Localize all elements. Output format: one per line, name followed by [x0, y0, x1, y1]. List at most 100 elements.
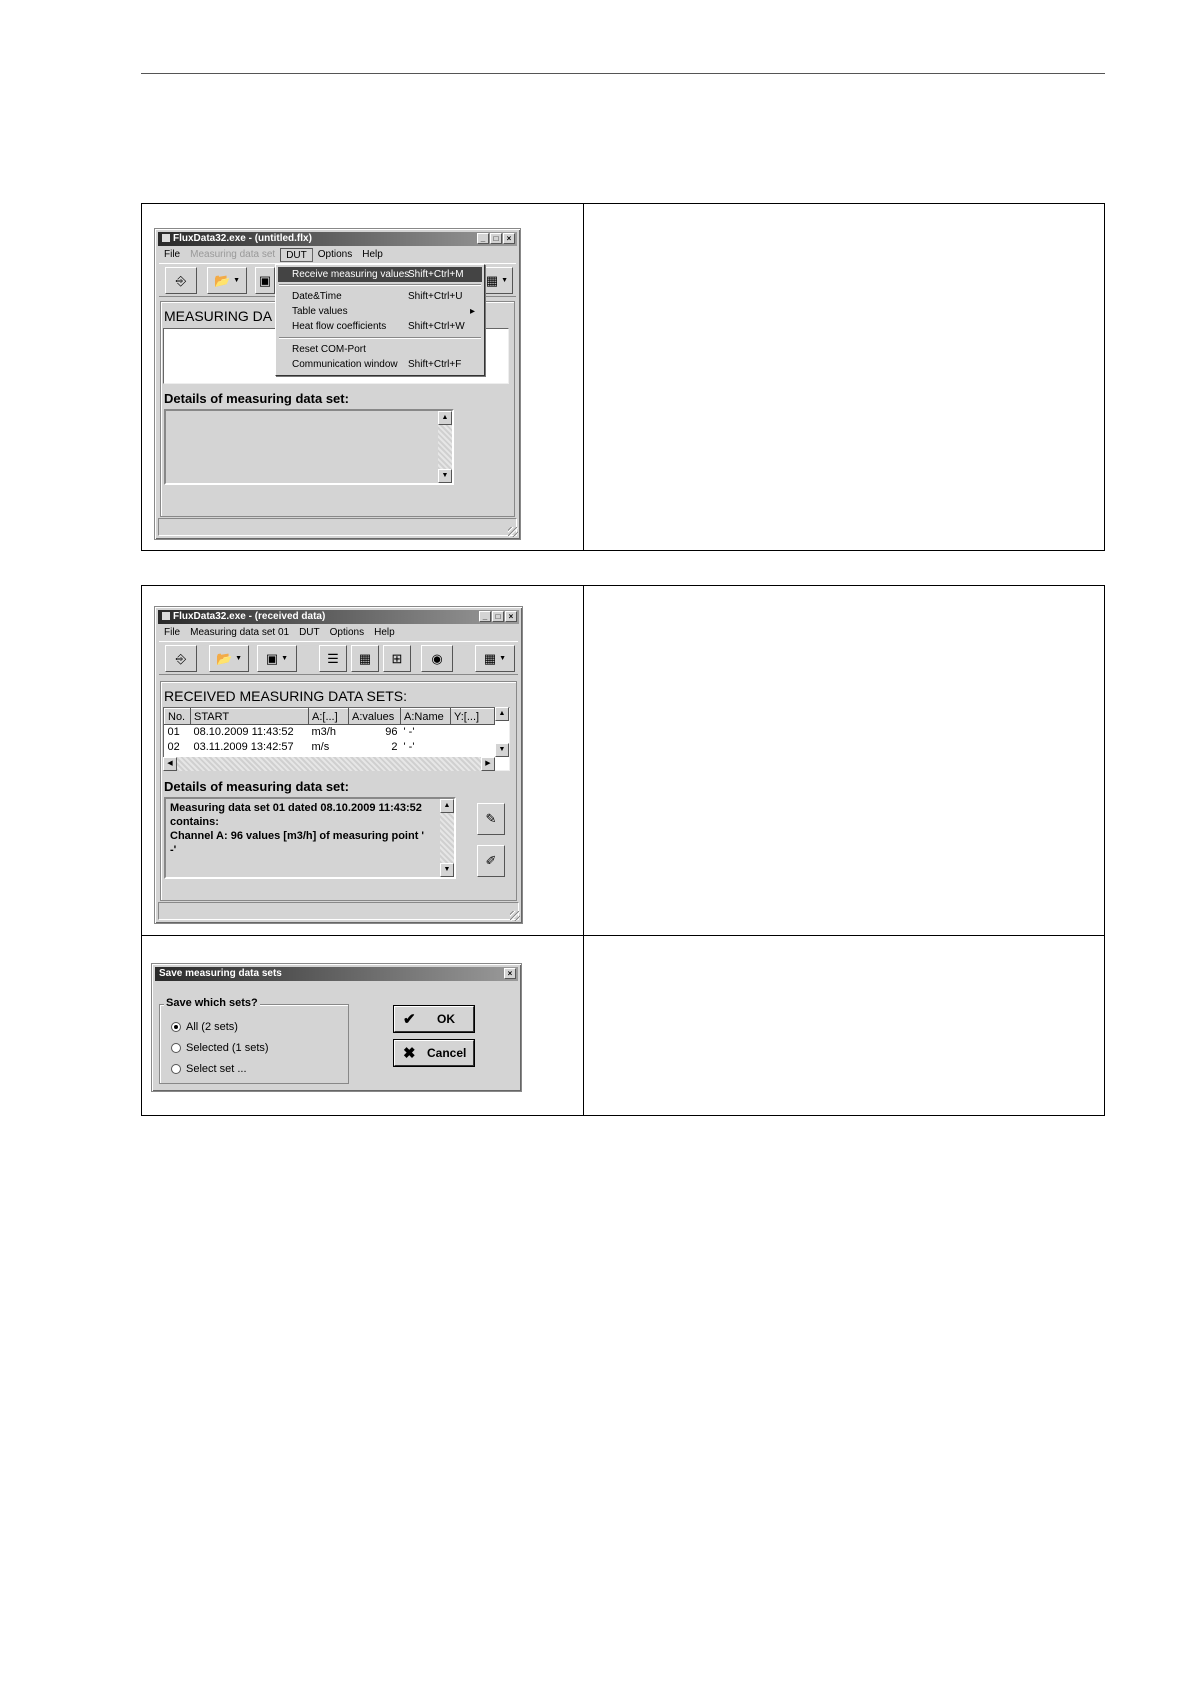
scroll-up-button[interactable]: ▲	[438, 411, 452, 425]
details-label: Details of measuring data set:	[164, 391, 349, 406]
menu-separator	[279, 337, 481, 339]
save-button[interactable]: ▣	[255, 267, 275, 294]
panel-divider	[583, 586, 584, 1115]
menu-bar: File Measuring data set 01 DUT Options H…	[159, 626, 400, 640]
chevron-down-icon: ▼	[233, 277, 241, 284]
status-bar	[158, 902, 519, 920]
folder-open-icon: 📂	[213, 272, 231, 288]
app-icon	[162, 234, 170, 242]
scroll-up-button[interactable]: ▲	[440, 799, 454, 813]
column-header[interactable]: A:values	[348, 708, 401, 725]
close-button[interactable]: ×	[505, 611, 517, 622]
table-row[interactable]: 02 03.11.2009 13:42:57 m/s 2 ' -'	[165, 740, 495, 755]
menu-item-reset-com[interactable]: Reset COM-Port	[278, 342, 482, 357]
menu-help[interactable]: Help	[369, 626, 400, 640]
edit-document-icon: ✐	[485, 853, 497, 868]
radio-selected[interactable]: Selected (1 sets)	[171, 1042, 269, 1054]
receive-button[interactable]: ⎆	[165, 267, 197, 294]
pen-icon: ✎	[485, 811, 497, 826]
submenu-arrow-icon: ▸	[470, 306, 476, 317]
save-button[interactable]: ▣ ▼	[257, 645, 297, 672]
table-icon: ▦	[358, 650, 372, 666]
menu-item-heat-flow[interactable]: Heat flow coefficients Shift+Ctrl+W	[278, 319, 482, 334]
column-header[interactable]: No.	[164, 708, 191, 725]
list-heading: RECEIVED MEASURING DATA SETS:	[164, 688, 407, 704]
table-view-button[interactable]: ▦	[351, 645, 379, 672]
receive-button[interactable]: ⎆	[165, 645, 197, 672]
radio-select-set[interactable]: Select set ...	[171, 1063, 247, 1075]
minimize-button[interactable]: _	[477, 233, 489, 244]
view-button[interactable]: ◉	[421, 645, 453, 672]
scroll-right-button[interactable]: ▶	[481, 757, 495, 771]
menu-file[interactable]: File	[159, 626, 185, 640]
header-rule	[141, 73, 1105, 74]
list-hscrollbar[interactable]	[163, 757, 495, 771]
x-icon: ✖	[403, 1045, 416, 1062]
list-scroll-down-button[interactable]: ▼	[495, 743, 509, 757]
chart-view-button[interactable]: ⊞	[383, 645, 411, 672]
window-received-data: FluxData32.exe - (received data) _ □ × F…	[154, 606, 523, 924]
settings-button[interactable]: ▦ ▼	[481, 267, 513, 294]
radio-all[interactable]: All (2 sets)	[171, 1021, 238, 1033]
title-bar: FluxData32.exe - (received data) _ □ ×	[158, 610, 519, 624]
edit-button[interactable]: ✎	[477, 803, 505, 835]
dialog-title-bar: Save measuring data sets ×	[155, 967, 518, 981]
dut-dropdown-menu: Receive measuring values Shift+Ctrl+M Dat…	[275, 264, 485, 376]
menu-help[interactable]: Help	[357, 248, 388, 262]
menu-file[interactable]: File	[159, 248, 185, 262]
scroll-down-button[interactable]: ▼	[440, 863, 454, 877]
list-heading: MEASURING DA	[164, 308, 273, 324]
chevron-down-icon: ▼	[281, 655, 289, 662]
row-separator	[142, 935, 1104, 936]
menu-item-communication[interactable]: Communication window Shift+Ctrl+F	[278, 357, 482, 372]
menu-item-date-time[interactable]: Date&Time Shift+Ctrl+U	[278, 289, 482, 304]
menu-item-table-values[interactable]: Table values ▸	[278, 304, 482, 319]
grid-icon: ▦	[485, 272, 499, 288]
column-header[interactable]: A:Name	[400, 708, 451, 725]
chevron-down-icon: ▼	[235, 655, 243, 662]
floppy-icon: ▣	[258, 272, 272, 288]
radio-dot	[171, 1022, 181, 1032]
menu-item-receive[interactable]: Receive measuring values Shift+Ctrl+M	[278, 267, 482, 282]
column-header[interactable]: Y:[...]	[450, 708, 495, 725]
table-row[interactable]: 01 08.10.2009 11:43:52 m3/h 96 ' -'	[165, 725, 495, 740]
menu-options[interactable]: Options	[313, 248, 357, 262]
maximize-button[interactable]: □	[490, 233, 502, 244]
title-bar: FluxData32.exe - (untitled.flx) _ □ ×	[158, 232, 517, 246]
data-set-table: No. START A:[...] A:values A:Name Y:[...…	[164, 708, 495, 755]
edit-details-button[interactable]: ✐	[477, 845, 505, 877]
details-line: Measuring data set 01 dated 08.10.2009 1…	[170, 802, 422, 814]
list-scroll-up-button[interactable]: ▲	[495, 707, 509, 721]
cancel-button[interactable]: ✖ Cancel	[394, 1040, 474, 1066]
menu-measuring-data-set[interactable]: Measuring data set 01	[185, 626, 294, 640]
close-button[interactable]: ×	[504, 968, 516, 979]
minimize-button[interactable]: _	[479, 611, 491, 622]
menu-dut[interactable]: DUT	[294, 626, 325, 640]
resize-grip[interactable]	[508, 527, 518, 537]
resize-grip[interactable]	[510, 911, 520, 921]
list-view-button[interactable]: ☰	[319, 645, 347, 672]
chevron-down-icon: ▼	[499, 655, 507, 662]
save-dialog: Save measuring data sets × Save which se…	[151, 963, 522, 1092]
ok-button[interactable]: ✔ OK	[394, 1006, 474, 1032]
panel-divider	[583, 204, 584, 550]
menu-measuring-data-set[interactable]: Measuring data set	[185, 248, 280, 262]
grid-icon: ▦	[483, 650, 497, 666]
app-icon	[162, 612, 170, 620]
close-button[interactable]: ×	[503, 233, 515, 244]
chevron-down-icon: ▼	[501, 277, 509, 284]
checkmark-icon: ✔	[403, 1011, 416, 1028]
menu-options[interactable]: Options	[325, 626, 369, 640]
table-header-row: No. START A:[...] A:values A:Name Y:[...…	[164, 708, 495, 725]
open-button[interactable]: 📂 ▼	[209, 645, 249, 672]
open-button[interactable]: 📂 ▼	[207, 267, 247, 294]
details-box: Measuring data set 01 dated 08.10.2009 1…	[164, 797, 456, 879]
eye-icon: ◉	[431, 650, 443, 666]
column-header[interactable]: A:[...]	[308, 708, 349, 725]
settings-button[interactable]: ▦ ▼	[475, 645, 515, 672]
scroll-down-button[interactable]: ▼	[438, 469, 452, 483]
menu-dut[interactable]: DUT	[280, 248, 313, 262]
column-header[interactable]: START	[190, 708, 309, 725]
maximize-button[interactable]: □	[492, 611, 504, 622]
scroll-left-button[interactable]: ◀	[163, 757, 177, 771]
